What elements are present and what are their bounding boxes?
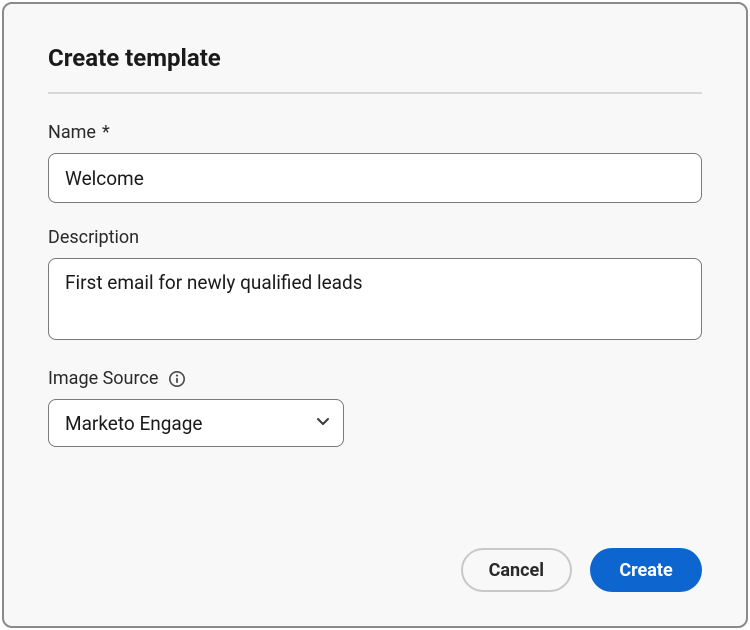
description-field-group: Description First email for newly qualif… [48,227,702,344]
create-template-dialog: Create template Name * Description First… [2,2,748,628]
name-label: Name * [48,122,702,143]
dialog-title: Create template [48,44,702,72]
image-source-label-text: Image Source [48,368,158,389]
name-label-text: Name [48,122,96,143]
name-input[interactable] [48,153,702,203]
cancel-button[interactable]: Cancel [461,548,572,592]
image-source-select-wrapper: Marketo Engage [48,399,344,447]
name-field-group: Name * [48,122,702,203]
create-button[interactable]: Create [590,548,702,592]
button-row: Cancel Create [48,548,702,592]
description-input[interactable]: First email for newly qualified leads [48,258,702,340]
divider [48,92,702,94]
required-asterisk: * [102,122,110,143]
info-icon[interactable] [168,370,186,388]
description-label-text: Description [48,227,139,248]
image-source-select[interactable]: Marketo Engage [48,399,344,447]
image-source-field-group: Image Source Marketo Engage [48,368,702,447]
image-source-label: Image Source [48,368,702,389]
description-label: Description [48,227,702,248]
